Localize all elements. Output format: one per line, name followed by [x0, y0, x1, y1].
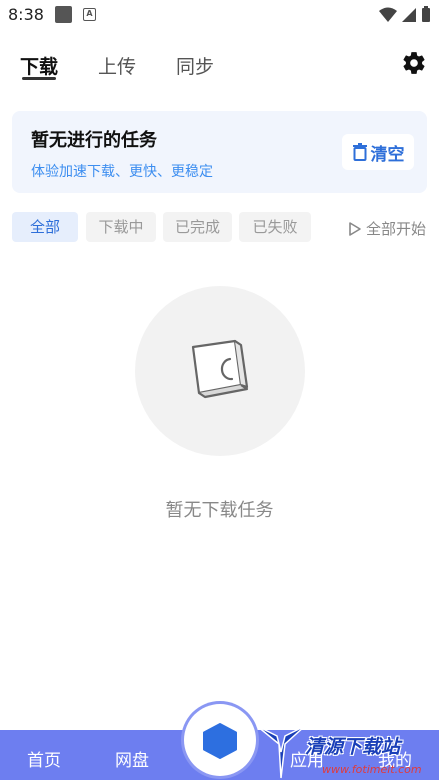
tab-upload[interactable]: 上传: [98, 52, 136, 79]
trash-icon: [352, 143, 367, 161]
filter-completed[interactable]: 已完成: [163, 212, 232, 242]
filter-downloading[interactable]: 下载中: [86, 212, 156, 242]
start-all-button[interactable]: 全部开始: [347, 218, 426, 239]
signal-icon: [402, 8, 416, 22]
watermark-logo: [256, 725, 306, 779]
start-all-label: 全部开始: [366, 220, 427, 238]
tab-download[interactable]: 下载: [20, 52, 58, 79]
clear-button[interactable]: 清空: [342, 134, 414, 170]
filter-all[interactable]: 全部: [12, 212, 78, 242]
hexagon-icon: [203, 723, 237, 759]
clear-label: 清空: [370, 144, 405, 165]
play-outline-icon: [349, 221, 361, 236]
battery-icon: [422, 6, 430, 22]
notification-square-icon: [55, 6, 72, 23]
watermark-url: www.fotimeit.com: [322, 763, 422, 776]
watermark-text: 清源下载站: [305, 736, 401, 758]
banner-subtitle[interactable]: 体验加速下载、更快、更稳定: [31, 161, 213, 181]
gear-icon[interactable]: [401, 50, 427, 76]
nav-cloud-drive[interactable]: 网盘: [115, 746, 149, 771]
nav-home[interactable]: 首页: [27, 746, 61, 771]
active-tab-underline: [22, 77, 56, 80]
filter-failed[interactable]: 已失败: [239, 212, 311, 242]
status-right-icons: [378, 5, 433, 29]
a-app-icon: A: [83, 8, 96, 21]
banner-title: 暂无进行的任务: [31, 130, 157, 151]
empty-box-icon: [191, 339, 249, 399]
status-time: 8:38: [8, 5, 44, 24]
empty-state-text: 暂无下载任务: [165, 500, 274, 521]
tab-sync[interactable]: 同步: [176, 52, 214, 79]
task-banner: 暂无进行的任务 体验加速下载、更快、更稳定 清空: [12, 111, 427, 193]
wifi-icon: [379, 7, 397, 22]
status-bar: 8:38 A: [0, 0, 439, 30]
